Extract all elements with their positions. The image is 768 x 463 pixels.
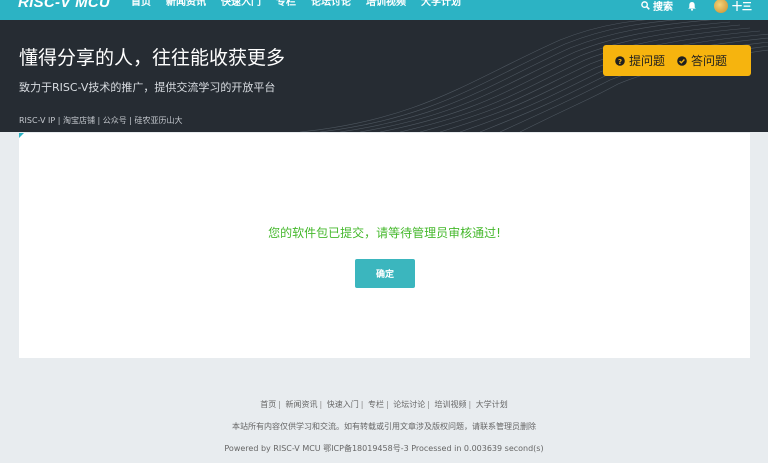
hero-link-riscv-ip[interactable]: RISC-V IP [19, 116, 55, 125]
nav-link-forum[interactable]: 论坛讨论 [311, 0, 351, 8]
search-icon [641, 1, 650, 10]
hero-title: 懂得分享的人，往往能收获更多 [19, 47, 286, 69]
footer-link-column[interactable]: 专栏 [368, 400, 384, 409]
footer-link-videos[interactable]: 培训视频 [435, 400, 467, 409]
top-nav-bar: RISC-V MCU 首页 新闻资讯 快速入门 专栏 论坛讨论 培训视频 大学计… [0, 0, 768, 20]
footer-link-news[interactable]: 新闻资讯 [286, 400, 318, 409]
hero-link-wechat[interactable]: 公众号 [103, 116, 127, 125]
hero-subtitle: 致力于RISC-V技术的推广，提供交流学习的开放平台 [19, 81, 276, 94]
main-menu: 首页 新闻资讯 快速入门 专栏 论坛讨论 培训视频 大学计划 [131, 0, 476, 10]
answer-question-button[interactable]: 答问题 [665, 52, 727, 69]
notifications-button[interactable] [687, 1, 700, 11]
question-circle-icon: ? [615, 55, 625, 66]
hero-link-list: RISC-V IP | 淘宝店铺 | 公众号 | 硅农亚历山大 [19, 116, 183, 125]
nav-right-tools: 搜索 十三 [627, 0, 752, 13]
footer-link-home[interactable]: 首页 [260, 400, 276, 409]
nav-link-news[interactable]: 新闻资讯 [166, 0, 206, 8]
check-circle-icon [677, 55, 687, 66]
footer-link-quickstart[interactable]: 快速入门 [327, 400, 359, 409]
message-card: 您的软件包已提交，请等待管理员审核通过! 确定 [19, 133, 750, 358]
bell-icon [688, 1, 696, 11]
footer-link-forum[interactable]: 论坛讨论 [393, 400, 425, 409]
nav-link-quickstart[interactable]: 快速入门 [221, 0, 261, 8]
nav-link-column[interactable]: 专栏 [276, 0, 296, 8]
search-button[interactable]: 搜索 [641, 0, 673, 13]
svg-text:?: ? [618, 58, 622, 66]
answer-question-label: 答问题 [691, 54, 728, 68]
footer-powered-by: Powered by RISC-V MCU 鄂ICP备18019458号-3 P… [224, 444, 544, 453]
user-name: 十三 [732, 2, 752, 13]
hero-link-taobao[interactable]: 淘宝店铺 [63, 116, 95, 125]
nav-link-home[interactable]: 首页 [131, 0, 151, 8]
page-footer: 首页 | 新闻资讯 | 快速入门 | 专栏 | 论坛讨论 | 培训视频 | 大学计划 本站所… [0, 394, 768, 460]
site-logo[interactable]: RISC-V MCU [18, 0, 110, 11]
hero-link-alexander[interactable]: 硅农亚历山大 [135, 116, 183, 125]
hero-banner: 懂得分享的人，往往能收获更多 致力于RISC-V技术的推广，提供交流学习的开放平… [0, 20, 768, 132]
submission-message: 您的软件包已提交，请等待管理员审核通过! [268, 226, 501, 240]
card-corner-accent [19, 133, 24, 138]
footer-link-university[interactable]: 大学计划 [476, 400, 508, 409]
ask-question-button[interactable]: ? 提问题 [603, 52, 665, 69]
avatar [714, 0, 728, 13]
search-label: 搜索 [653, 2, 673, 13]
nav-link-university[interactable]: 大学计划 [421, 0, 461, 8]
footer-links: 首页 | 新闻资讯 | 快速入门 | 专栏 | 论坛讨论 | 培训视频 | 大学计划 [260, 400, 508, 409]
footer-notice: 本站所有内容仅供学习和交流。如有转载或引用文章涉及版权问题，请联系管理员删除 [232, 422, 536, 431]
ask-question-label: 提问题 [629, 54, 666, 68]
user-menu[interactable]: 十三 [714, 0, 752, 13]
nav-link-videos[interactable]: 培训视频 [366, 0, 406, 8]
confirm-button[interactable]: 确定 [355, 259, 415, 288]
qa-button-group: ? 提问题 答问题 [603, 45, 751, 76]
